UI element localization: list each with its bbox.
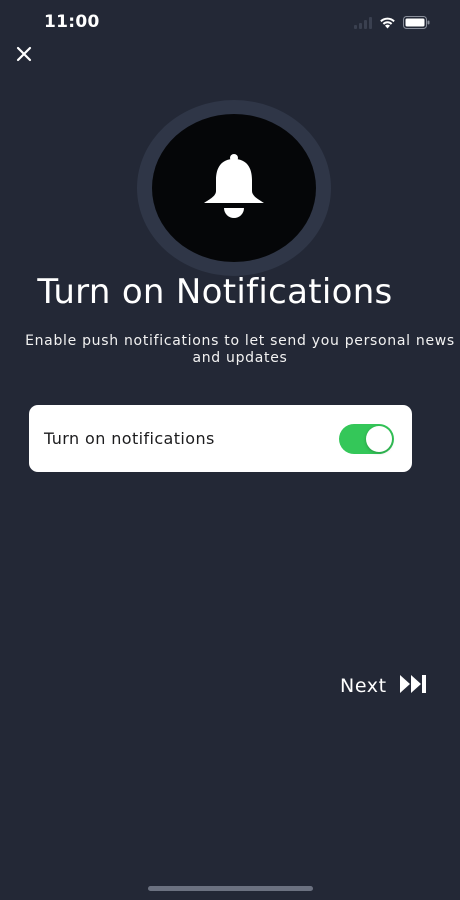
- close-icon: [16, 46, 32, 66]
- notifications-toggle-card: Turn on notifications: [29, 405, 412, 472]
- page-title: Turn on Notifications: [37, 272, 393, 312]
- status-time: 11:00: [44, 12, 100, 32]
- next-button[interactable]: Next: [340, 674, 427, 698]
- close-button[interactable]: [12, 44, 36, 68]
- fast-forward-icon: [399, 674, 427, 698]
- bell-circle: [152, 114, 316, 262]
- battery-icon: [403, 14, 430, 33]
- next-label: Next: [340, 675, 387, 697]
- notifications-toggle-switch[interactable]: [339, 424, 394, 454]
- bell-icon: [202, 153, 266, 223]
- wifi-icon: [379, 14, 396, 33]
- cellular-signal-icon: [354, 14, 372, 33]
- toggle-knob: [366, 426, 392, 452]
- notifications-toggle-label: Turn on notifications: [44, 429, 215, 448]
- page-subtitle: Enable push notifications to let send yo…: [25, 333, 455, 366]
- home-indicator[interactable]: [148, 886, 313, 891]
- notification-onboarding-screen: 11:00 Turn on Notifications Enable push …: [0, 0, 460, 900]
- status-bar: 11:00: [0, 0, 460, 44]
- status-icons: [354, 14, 430, 33]
